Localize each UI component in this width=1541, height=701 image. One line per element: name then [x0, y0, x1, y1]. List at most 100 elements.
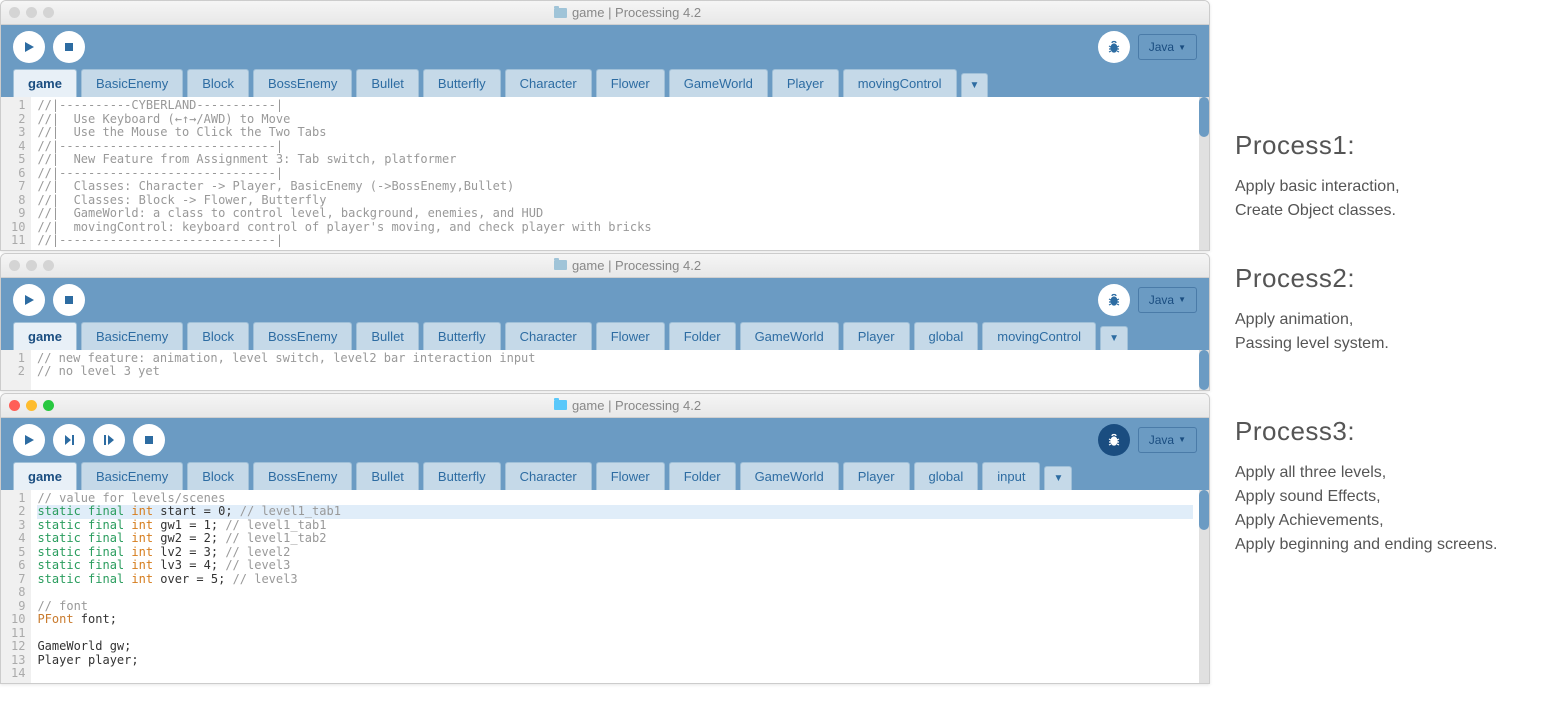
debug-button[interactable] — [1098, 424, 1130, 456]
stop-button[interactable] — [53, 31, 85, 63]
close-traffic-light[interactable] — [9, 7, 20, 18]
tab-folder[interactable]: Folder — [669, 322, 736, 350]
tab-bullet[interactable]: Bullet — [356, 69, 419, 97]
run-button[interactable] — [13, 31, 45, 63]
tab-overflow-button[interactable]: ▼ — [961, 73, 989, 97]
tab-gameworld[interactable]: GameWorld — [669, 69, 768, 97]
tab-block[interactable]: Block — [187, 322, 249, 350]
scrollbar[interactable] — [1199, 490, 1209, 683]
code-line[interactable]: // no level 3 yet — [37, 365, 1193, 379]
code-line[interactable]: //| GameWorld: a class to control level,… — [37, 207, 1193, 221]
code-editor[interactable]: 1234567891011//|----------CYBERLAND-----… — [1, 97, 1209, 250]
code-line[interactable]: static final int gw1 = 1; // level1_tab1 — [37, 519, 1193, 533]
tab-player[interactable]: Player — [843, 462, 910, 490]
stop-button[interactable] — [53, 284, 85, 316]
code-editor[interactable]: 12// new feature: animation, level switc… — [1, 350, 1209, 390]
debug-button[interactable] — [1098, 31, 1130, 63]
code-line[interactable]: // value for levels/scenes — [37, 492, 1193, 506]
tab-flower[interactable]: Flower — [596, 322, 665, 350]
code-editor[interactable]: 1234567891011121314// value for levels/s… — [1, 490, 1209, 683]
code-line[interactable]: //|------------------------------| — [37, 140, 1193, 154]
tab-bossenemy[interactable]: BossEnemy — [253, 462, 352, 490]
tab-player[interactable]: Player — [772, 69, 839, 97]
code-line[interactable]: static final int lv3 = 4; // level3 — [37, 559, 1193, 573]
tab-character[interactable]: Character — [505, 322, 592, 350]
tab-basicenemy[interactable]: BasicEnemy — [81, 69, 183, 97]
tab-character[interactable]: Character — [505, 69, 592, 97]
code-line[interactable]: //| New Feature from Assignment 3: Tab s… — [37, 153, 1193, 167]
code-line[interactable]: Player player; — [37, 654, 1193, 668]
tab-input[interactable]: input — [982, 462, 1040, 490]
minimize-traffic-light[interactable] — [26, 7, 37, 18]
tab-character[interactable]: Character — [505, 462, 592, 490]
tab-overflow-button[interactable]: ▼ — [1100, 326, 1128, 350]
code-line[interactable]: PFont font; — [37, 613, 1193, 627]
minimize-traffic-light[interactable] — [26, 400, 37, 411]
run-button[interactable] — [13, 424, 45, 456]
code-line[interactable] — [37, 667, 1193, 681]
tab-game[interactable]: game — [13, 462, 77, 490]
code-line[interactable] — [37, 627, 1193, 641]
tab-gameworld[interactable]: GameWorld — [740, 322, 839, 350]
tab-butterfly[interactable]: Butterfly — [423, 462, 501, 490]
tab-butterfly[interactable]: Butterfly — [423, 322, 501, 350]
stop-button[interactable] — [133, 424, 165, 456]
code-line[interactable]: static final int start = 0; // level1_ta… — [37, 505, 1193, 519]
code-line[interactable]: //|------------------------------| — [37, 234, 1193, 248]
mode-select[interactable]: Java — [1138, 34, 1197, 60]
code-area[interactable]: // value for levels/scenesstatic final i… — [31, 490, 1199, 683]
tab-bossenemy[interactable]: BossEnemy — [253, 69, 352, 97]
tab-movingcontrol[interactable]: movingControl — [982, 322, 1096, 350]
code-line[interactable]: //| Use Keyboard (←↑→/AWD) to Move — [37, 113, 1193, 127]
tab-flower[interactable]: Flower — [596, 462, 665, 490]
run-button[interactable] — [13, 284, 45, 316]
code-line[interactable]: static final int over = 5; // level3 — [37, 573, 1193, 587]
tab-player[interactable]: Player — [843, 322, 910, 350]
code-area[interactable]: //|----------CYBERLAND-----------|//| Us… — [31, 97, 1199, 250]
mode-select[interactable]: Java — [1138, 427, 1197, 453]
code-line[interactable]: //| Classes: Block -> Flower, Butterfly — [37, 194, 1193, 208]
code-line[interactable]: // new feature: animation, level switch,… — [37, 352, 1193, 366]
tab-folder[interactable]: Folder — [669, 462, 736, 490]
code-line[interactable]: // font — [37, 600, 1193, 614]
code-line[interactable]: //|------------------------------| — [37, 167, 1193, 181]
maximize-traffic-light[interactable] — [43, 260, 54, 271]
tab-overflow-button[interactable]: ▼ — [1044, 466, 1072, 490]
close-traffic-light[interactable] — [9, 260, 20, 271]
tab-bossenemy[interactable]: BossEnemy — [253, 322, 352, 350]
step-over-button[interactable] — [93, 424, 125, 456]
code-line[interactable] — [37, 586, 1193, 600]
scrollbar[interactable] — [1199, 97, 1209, 250]
tab-block[interactable]: Block — [187, 69, 249, 97]
code-line[interactable]: static final int gw2 = 2; // level1_tab2 — [37, 532, 1193, 546]
close-traffic-light[interactable] — [9, 400, 20, 411]
tab-game[interactable]: game — [13, 69, 77, 97]
tab-butterfly[interactable]: Butterfly — [423, 69, 501, 97]
maximize-traffic-light[interactable] — [43, 400, 54, 411]
step-button[interactable] — [53, 424, 85, 456]
code-line[interactable]: //| Use the Mouse to Click the Two Tabs — [37, 126, 1193, 140]
scroll-thumb[interactable] — [1199, 350, 1209, 390]
tab-bullet[interactable]: Bullet — [356, 322, 419, 350]
maximize-traffic-light[interactable] — [43, 7, 54, 18]
tab-flower[interactable]: Flower — [596, 69, 665, 97]
tab-movingcontrol[interactable]: movingControl — [843, 69, 957, 97]
code-line[interactable]: //| Classes: Character -> Player, BasicE… — [37, 180, 1193, 194]
tab-global[interactable]: global — [914, 462, 979, 490]
scrollbar[interactable] — [1199, 350, 1209, 390]
scroll-thumb[interactable] — [1199, 490, 1209, 530]
code-line[interactable]: static final int lv2 = 3; // level2 — [37, 546, 1193, 560]
code-line[interactable]: //|----------CYBERLAND-----------| — [37, 99, 1193, 113]
tab-bullet[interactable]: Bullet — [356, 462, 419, 490]
tab-global[interactable]: global — [914, 322, 979, 350]
tab-basicenemy[interactable]: BasicEnemy — [81, 462, 183, 490]
mode-select[interactable]: Java — [1138, 287, 1197, 313]
debug-button[interactable] — [1098, 284, 1130, 316]
code-line[interactable]: //| movingControl: keyboard control of p… — [37, 221, 1193, 235]
scroll-thumb[interactable] — [1199, 97, 1209, 137]
tab-game[interactable]: game — [13, 322, 77, 350]
tab-block[interactable]: Block — [187, 462, 249, 490]
minimize-traffic-light[interactable] — [26, 260, 37, 271]
code-area[interactable]: // new feature: animation, level switch,… — [31, 350, 1199, 390]
code-line[interactable]: GameWorld gw; — [37, 640, 1193, 654]
